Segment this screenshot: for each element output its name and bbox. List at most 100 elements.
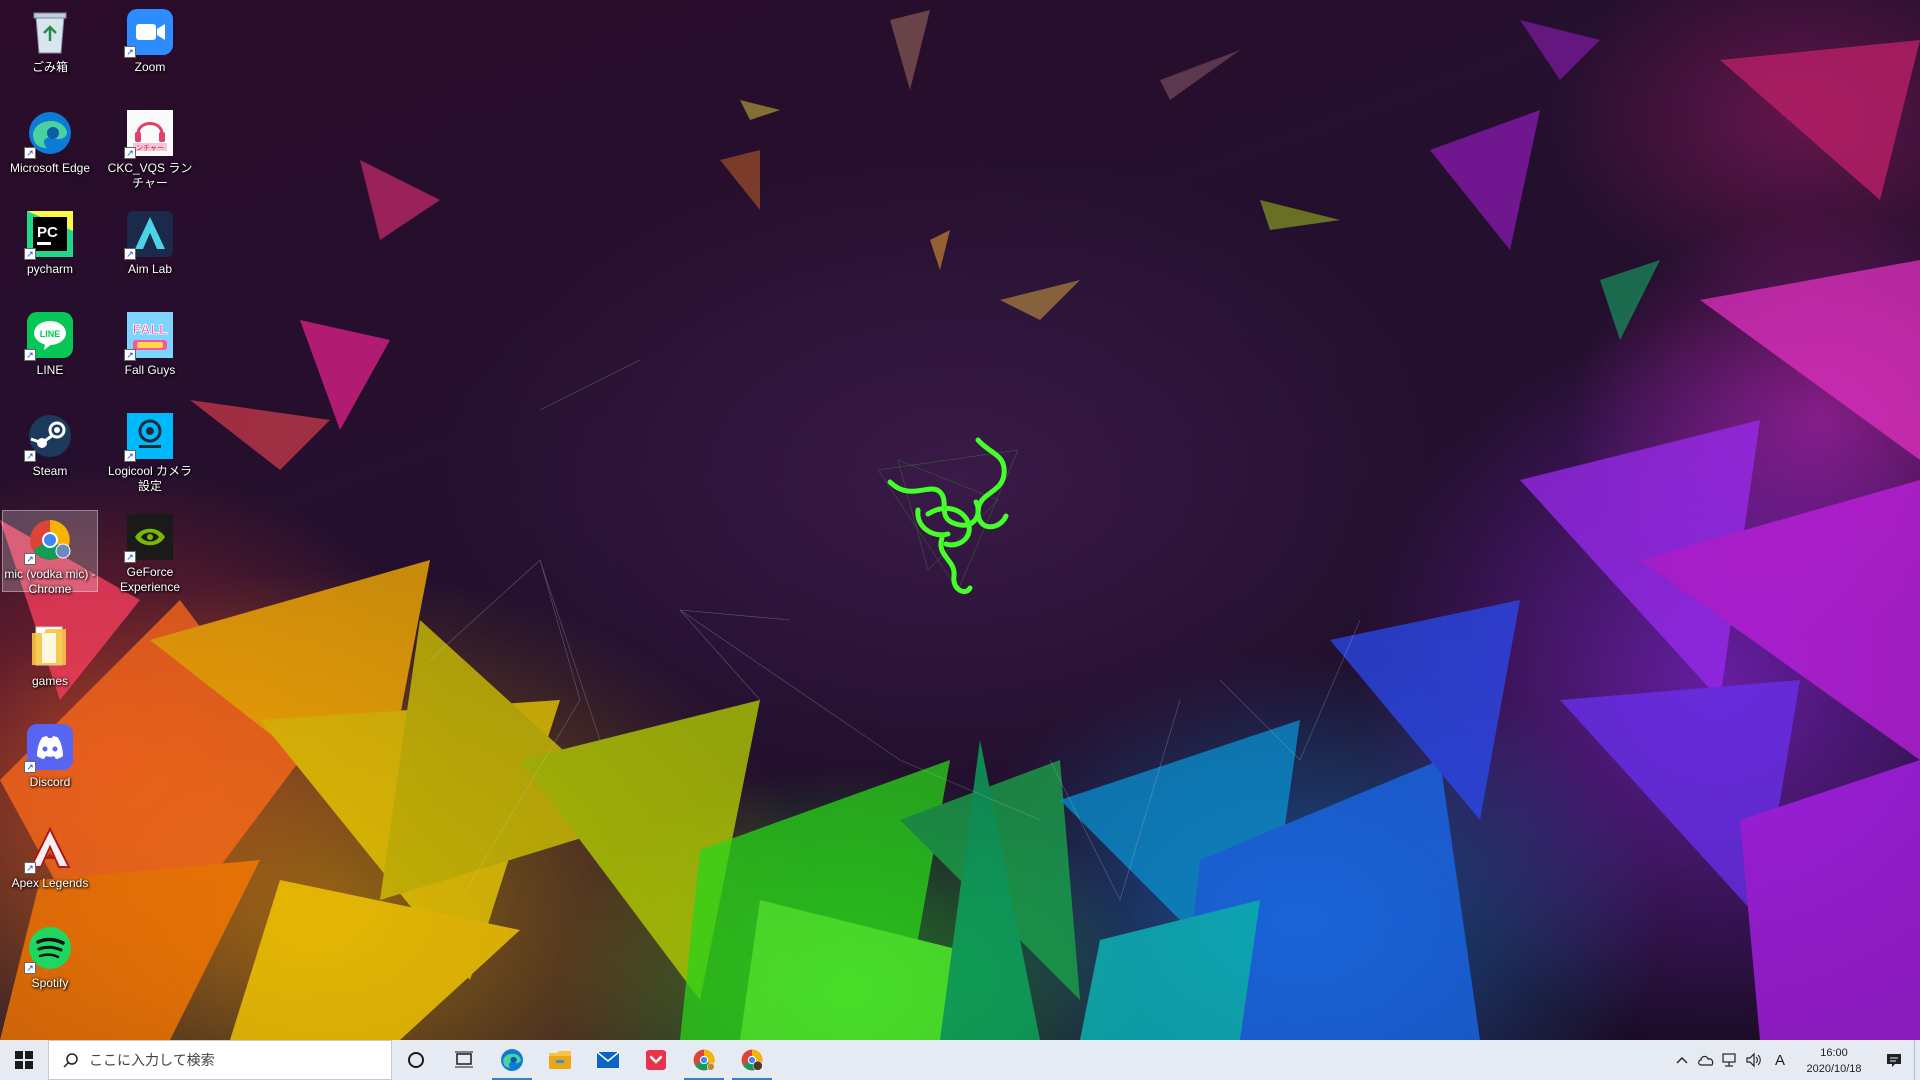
desktop-icon-recycle-bin[interactable]: ごみ箱 [2,2,98,75]
zoom-icon: ↗ [124,8,174,58]
taskbar-search-box[interactable]: ここに入力して検索 [48,1040,392,1080]
start-button[interactable] [0,1040,48,1080]
desktop-icon-mic-chrome-app[interactable]: ↗ mic (vodka mic) - Chrome [2,510,98,596]
network-tray-button[interactable] [1718,1040,1742,1080]
desktop-icon-label: games [31,674,69,688]
cloud-icon [1698,1055,1714,1066]
desktop-icon-discord[interactable]: ↗ Discord [2,717,98,790]
desktop-icon-label: Fall Guys [124,363,176,377]
pycharm-icon: PC ↗ [24,210,74,260]
desktop-icon-pycharm[interactable]: PC ↗ pycharm [2,204,98,277]
desktop-icon-label: GeForce Experience [119,565,181,594]
action-center-button[interactable] [1874,1040,1914,1080]
desktop-icon-aim-lab[interactable]: ↗ Aim Lab [102,204,198,277]
network-icon [1722,1053,1736,1067]
desktop-icon-spotify[interactable]: ↗ Spotify [2,918,98,991]
ckc-launcher-icon-text: ンチャー [136,144,164,152]
shortcut-arrow-icon: ↗ [124,248,136,260]
taskbar-app-mail[interactable] [584,1040,632,1080]
search-icon [63,1053,78,1068]
clock[interactable]: 16:00 2020/10/18 [1794,1044,1874,1077]
chrome-profile-icon [741,1049,763,1071]
desktop-icon-label: pycharm [26,262,73,276]
taskbar-app-file-explorer[interactable] [536,1040,584,1080]
shortcut-arrow-icon: ↗ [124,551,136,563]
system-tray: A 16:00 2020/10/18 [1670,1040,1920,1080]
desktop-icon-label: Steam [32,464,68,478]
taskbar-app-pocket[interactable] [632,1040,680,1080]
taskbar-app-edge[interactable] [488,1040,536,1080]
shortcut-arrow-icon: ↗ [24,962,36,974]
pycharm-icon-text: PC [37,224,58,241]
search-placeholder: ここに入力して検索 [89,1052,215,1068]
notification-icon [1887,1054,1901,1067]
desktop-icon-games-folder[interactable]: games [2,616,98,689]
shortcut-arrow-icon: ↗ [24,248,36,260]
desktop-icon-ckc-launcher[interactable]: ンチャー ↗ CKC_VQS ランチャー [102,103,198,191]
desktop-icon-label: Spotify [31,976,69,990]
fall-guys-icon-text: FALL [133,321,168,337]
desktop-icon-fall-guys[interactable]: FALL ↗ Fall Guys [102,305,198,378]
fall-guys-icon: FALL ↗ [124,311,174,361]
shortcut-arrow-icon: ↗ [124,147,136,159]
ime-indicator[interactable]: A [1766,1040,1794,1080]
steam-icon: ↗ [24,412,74,462]
line-icon-text: LINE [40,329,61,339]
chrome-app-icon: ↗ [24,517,74,565]
onedrive-tray-button[interactable] [1694,1040,1718,1080]
taskbar: ここに入力して検索 A 16:00 2020/10/18 [0,1040,1920,1080]
chevron-up-icon [1676,1057,1688,1064]
windows-logo-icon [15,1051,33,1069]
logicool-camera-icon: ↗ [124,412,174,462]
volume-tray-button[interactable] [1742,1040,1766,1080]
spotify-icon: ↗ [24,924,74,974]
speaker-icon [1746,1052,1761,1068]
desktop-icon-label: LINE [36,363,64,377]
razer-logo [877,437,1019,594]
show-desktop-button[interactable] [1914,1040,1920,1080]
folder-icon [26,622,74,670]
desktop-icon-label: Microsoft Edge [9,161,91,175]
pocket-icon [646,1050,666,1070]
taskbar-app-chrome[interactable] [680,1040,728,1080]
shortcut-arrow-icon: ↗ [24,349,36,361]
clock-time: 16:00 [1820,1046,1848,1059]
desktop-icon-microsoft-edge[interactable]: ↗ Microsoft Edge [2,103,98,176]
desktop-icon-logicool-camera[interactable]: ↗ Logicool カメラ設定 [102,406,198,494]
desktop-icon-label: Aim Lab [127,262,173,276]
desktop-icon-label: Zoom [134,60,166,74]
shortcut-arrow-icon: ↗ [24,862,36,874]
desktop-icon-steam[interactable]: ↗ Steam [2,406,98,479]
cortana-button[interactable] [392,1040,440,1080]
mail-icon [596,1051,620,1068]
shortcut-arrow-icon: ↗ [124,46,136,58]
edge-icon: ↗ [24,109,74,159]
desktop-icon-label: ごみ箱 [31,60,68,74]
desktop-icon-label: mic (vodka mic) - Chrome [4,567,96,596]
desktop-icon-geforce-experience[interactable]: ↗ GeForce Experience [102,507,198,595]
desktop-icon-line[interactable]: LINE ↗ LINE [2,305,98,378]
ckc-launcher-icon: ンチャー ↗ [124,109,174,159]
shortcut-arrow-icon: ↗ [24,450,36,462]
chrome-icon [693,1049,715,1071]
desktop-icon-label: Logicool カメラ設定 [107,464,193,493]
shortcut-arrow-icon: ↗ [24,147,36,159]
desktop-icon-label: Apex Legends [11,876,89,890]
task-view-icon [455,1051,473,1068]
clock-date: 2020/10/18 [1806,1062,1862,1075]
apex-icon: ↗ [24,824,74,874]
desktop-wallpaper [0,0,1920,1040]
line-icon: LINE ↗ [24,311,74,361]
shortcut-arrow-icon: ↗ [124,349,136,361]
geforce-icon: ↗ [124,513,174,563]
desktop-icon-label: Discord [29,775,71,789]
task-view-button[interactable] [440,1040,488,1080]
taskbar-app-chrome-profile[interactable] [728,1040,776,1080]
folder-icon [549,1051,571,1069]
show-hidden-icons-button[interactable] [1670,1040,1694,1080]
desktop-icon-apex-legends[interactable]: ↗ Apex Legends [2,818,98,891]
shortcut-arrow-icon: ↗ [24,761,36,773]
recycle-bin-icon [26,8,74,56]
cortana-circle-icon [408,1052,424,1068]
desktop-icon-zoom[interactable]: ↗ Zoom [102,2,198,75]
